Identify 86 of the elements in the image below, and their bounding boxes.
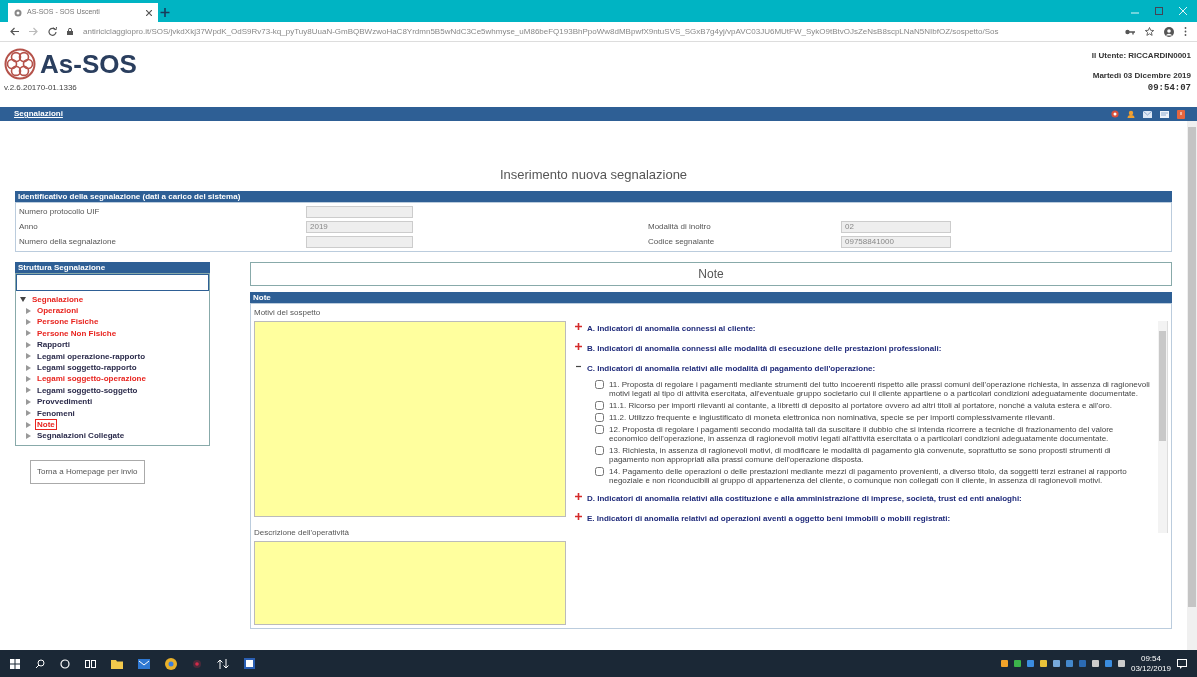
tree-item[interactable]: Fenomeni — [35, 407, 77, 419]
notification-icon[interactable] — [1177, 658, 1187, 669]
tree-item[interactable]: Persone Non Fisiche — [35, 327, 119, 340]
field-label: Codice segnalante — [648, 235, 716, 248]
tree-item[interactable]: Operazioni — [35, 304, 81, 317]
checkbox[interactable] — [595, 466, 604, 476]
tree-item[interactable]: Rapporti — [35, 339, 72, 351]
checkbox[interactable] — [595, 445, 604, 455]
windows-icon[interactable] — [10, 658, 20, 669]
key-icon[interactable] — [1125, 27, 1135, 36]
search-field[interactable] — [16, 273, 209, 291]
indicator-heading[interactable]: D. Indicatori di anomalia relativi alla costituzione e alla amministrazione di imprese, società, trust ed enti analoghi: — [587, 492, 1022, 505]
tree-item[interactable]: Note — [35, 418, 57, 431]
folder-icon[interactable] — [111, 658, 123, 669]
field-label: Modalità di inoltro — [648, 220, 712, 233]
clock-label: 09:54:07 — [1146, 82, 1191, 95]
checkbox[interactable] — [595, 400, 604, 410]
tree-item[interactable]: Segnalazione — [30, 293, 86, 305]
tree-item[interactable]: Legami soggetto-soggetto — [35, 384, 140, 397]
clock-label: 09:54 — [1139, 653, 1162, 664]
page-title: Inserimento nuova segnalazione — [498, 166, 689, 184]
checkbox[interactable] — [595, 424, 604, 434]
star-icon[interactable] — [1145, 27, 1154, 36]
date-label: 03/12/2019 — [1130, 663, 1171, 674]
scrollbar[interactable] — [1158, 320, 1167, 533]
read-only-field: 2019 — [306, 220, 413, 233]
lock-icon — [67, 28, 73, 35]
mail-app-icon[interactable] — [138, 658, 150, 669]
checkbox-label: 14. Pagamento delle operazioni o delle prestazioni mediante mezzi di pagamento provenienti, a diverso titolo, da soggetti terzi estranei al rapporto negoziale e non riconducibili al gruppo di appartenenza del cliente, o comunque non collegati con il cliente, in assenza di ragionevoli motivi. — [609, 466, 1128, 485]
logo-text: As-SOS — [40, 51, 137, 77]
panel-header: Struttura Segnalazione — [15, 261, 210, 273]
menu-item[interactable]: Segnalazioni — [14, 108, 63, 120]
read-only-field: 09758841000 — [841, 235, 951, 248]
checkbox-label: 11. Proposta di regolare i pagamenti mediante strumenti del tutto incoerenti rispetto alle prassi comuni dell'operazione richiesta, in assenza di ragionevoli motivi legati al tipo di attività esercitata, all'eventuale gruppo societario cui il cliente appartiene o a particolari condizioni adeguatamente documentate. — [609, 379, 1151, 398]
user-icon[interactable] — [1127, 110, 1135, 118]
home-button[interactable]: Torna a Homepage per invio — [30, 459, 145, 484]
transfer-icon[interactable] — [217, 658, 229, 669]
section-header: Identificativo della segnalazione (dati a carico del sistema) — [15, 190, 1172, 202]
logo-icon — [4, 48, 36, 80]
expand-icon[interactable] — [575, 492, 582, 500]
mail-icon[interactable] — [1143, 110, 1152, 118]
back-icon[interactable] — [10, 27, 19, 36]
section-header: Note — [250, 291, 1172, 303]
expand-icon[interactable] — [575, 322, 582, 330]
indicator-heading[interactable]: C. Indicatori di anomalia relativi alle modalità di pagamento dell'operazione: — [587, 362, 876, 375]
user-label: Il Utente: RICCARDIN0001 — [1091, 50, 1191, 62]
indicator-heading[interactable]: B. Indicatori di anomalia connessi alle modalità di esecuzione delle prestazioni professionali: — [587, 342, 942, 355]
url-field[interactable]: antiriciclaggiopro.it/SOS/jvkdXkj37WpdK_OdS9Rv73-kq_pyTuy8UuaN-GmBQBWzwoHaC8Yrdmn5B5wNdC3Ce5whmyse_uM86beFQ193BhPpoWw8dMBpwfX9ntuSVS_SGxB7g4yj/vpAVC03JU6MUtFW_SykO9tBtvOJsZeNsB8scpLNaN5NIbfOZ/sospetto/Sos — [83, 25, 1115, 38]
message-icon[interactable] — [1160, 110, 1169, 118]
profile-icon[interactable] — [1164, 26, 1174, 37]
panel-title: Note — [250, 261, 1172, 286]
indicator-heading[interactable]: E. Indicatori di anomalia relativi ad operazioni aventi a oggetto beni immobili o mobili registrati: — [587, 512, 951, 525]
tree-item[interactable]: Persone Fisiche — [35, 316, 101, 328]
version-label: v.2.6.20170-01.1336 — [4, 82, 78, 94]
circle-icon[interactable] — [60, 658, 70, 669]
expand-icon[interactable] — [575, 512, 582, 520]
tree-item[interactable]: Segnalazioni Collegate — [35, 430, 127, 442]
read-only-field: 02 — [841, 220, 951, 233]
field-label: Anno — [19, 220, 39, 233]
date-label: Martedì 03 Dicembre 2019 — [1091, 70, 1191, 82]
checkbox-label: 11.2. Utilizzo frequente e ingiustificato di moneta elettronica non nominativa, specie se per importi complessivamente rilevanti. — [609, 412, 1055, 422]
task-view-icon[interactable] — [85, 658, 96, 669]
search-icon[interactable] — [35, 658, 45, 669]
indicator-heading[interactable]: A. Indicatori di anomalia connessi al cliente: — [587, 322, 756, 335]
browser-icon[interactable] — [165, 657, 177, 670]
record-icon[interactable] — [192, 658, 202, 669]
checkbox-label: 13. Richiesta, in assenza di ragionevoli motivi, di modificare le modalità di pagamento già convenute, soprattutto se sono proposti strumenti di pagamento non appropriati alla prassi comune dell'operazione disposta. — [609, 445, 1112, 464]
close-icon[interactable] — [146, 9, 152, 16]
field-label: Numero protocollo UIF — [19, 205, 101, 218]
tree-item[interactable]: Provvedimenti — [35, 396, 95, 408]
checkbox-label: 12. Proposta di regolare i pagamenti secondo modalità tali da suscitare il dubbio che si intenda ricorrere a tecniche di frazionamento del valore economico dell'operazione, in assenza di ragionevoli motivi legati all'attività esercitata o a particolari condizioni adeguatamente documentate. — [609, 424, 1115, 443]
field-label: Motivi del sospetto — [254, 306, 322, 319]
expand-icon[interactable] — [575, 342, 582, 350]
field-label: Numero della segnalazione — [19, 235, 117, 248]
checkbox[interactable] — [595, 379, 604, 389]
tree-item[interactable]: Legami operazione-rapporto — [35, 350, 147, 362]
menu-icon[interactable] — [1184, 27, 1187, 36]
caret-down-icon[interactable] — [20, 296, 26, 302]
scrollbar[interactable] — [1187, 121, 1197, 650]
maximize-icon[interactable] — [1155, 7, 1163, 15]
tree-item[interactable]: Legami soggetto-rapporto — [35, 361, 139, 374]
checkbox-label: 11.1. Ricorso per importi rilevanti al contante, a libretti di deposito al portatore ovvero ad altri titoli al portatore, nonché a valuta estera e all'oro. — [609, 400, 1112, 410]
reload-icon[interactable] — [48, 27, 57, 36]
checkbox[interactable] — [595, 412, 604, 422]
tree-item[interactable]: Legami soggetto-operazione — [35, 373, 148, 385]
field-label: Descrizione dell'operatività — [254, 526, 350, 539]
